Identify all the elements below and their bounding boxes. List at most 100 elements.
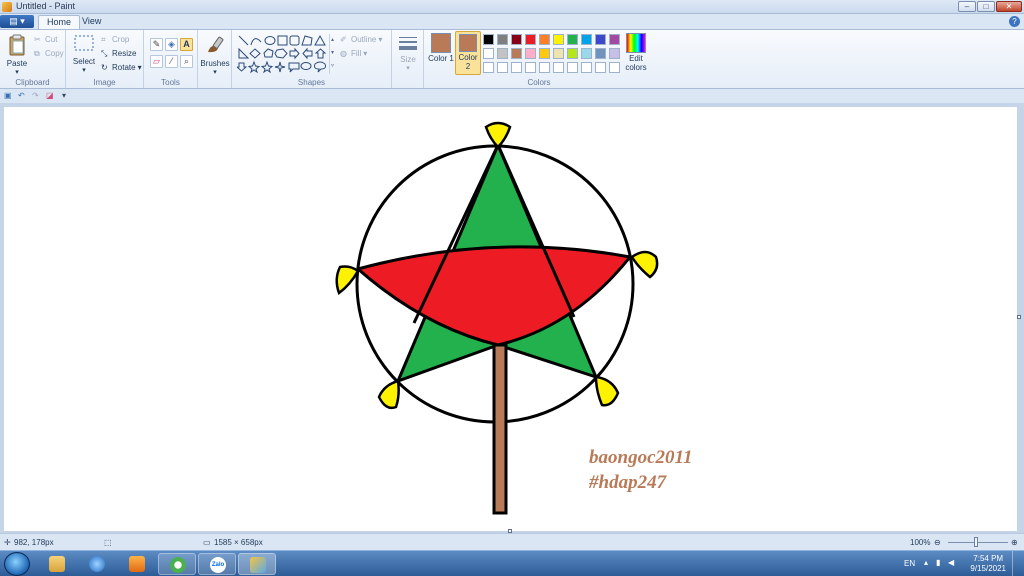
- palette-swatch[interactable]: [595, 34, 606, 45]
- palette-swatch[interactable]: [483, 34, 494, 45]
- palette-custom-slot[interactable]: [483, 62, 494, 73]
- palette-custom-slot[interactable]: [525, 62, 536, 73]
- title-bar: Untitled - Paint – □ ✕: [0, 0, 1024, 14]
- start-button[interactable]: [4, 552, 30, 576]
- palette-swatch[interactable]: [567, 48, 578, 59]
- resize-label: Resize: [112, 49, 137, 58]
- palette-swatch[interactable]: [581, 48, 592, 59]
- magnifier-icon[interactable]: ⌕: [180, 55, 193, 68]
- palette-swatch[interactable]: [497, 34, 508, 45]
- yellow-tip-left: [335, 265, 360, 295]
- colors-group-label: Colors: [527, 78, 551, 87]
- text-tool-icon[interactable]: A: [180, 38, 193, 51]
- rotate-button[interactable]: ↻ Rotate ▾: [101, 63, 142, 72]
- color-picker-icon[interactable]: ⁄: [165, 55, 178, 68]
- volume-icon[interactable]: ◀: [948, 558, 954, 567]
- select-dropdown-icon[interactable]: ▾: [70, 66, 98, 74]
- folder-icon: [49, 556, 65, 572]
- minimize-button[interactable]: –: [958, 1, 976, 12]
- brushes-button[interactable]: Brushes ▾: [200, 34, 230, 76]
- palette-custom-slot[interactable]: [595, 62, 606, 73]
- redo-icon[interactable]: ↷: [32, 91, 42, 101]
- paste-dropdown-icon[interactable]: ▾: [4, 68, 30, 76]
- show-desktop-button[interactable]: [1012, 551, 1024, 576]
- palette-custom-slot[interactable]: [497, 62, 508, 73]
- clock[interactable]: 7:54 PM 9/15/2021: [970, 554, 1006, 574]
- palette-swatch[interactable]: [497, 48, 508, 59]
- copy-button[interactable]: ⧉ Copy: [34, 49, 64, 58]
- network-icon[interactable]: ▮: [936, 558, 940, 567]
- taskbar-explorer[interactable]: [38, 553, 76, 575]
- color2-button[interactable]: Color 2: [455, 31, 481, 75]
- fill-button[interactable]: ◍ Fill ▾: [340, 49, 367, 58]
- select-button[interactable]: Select ▾: [70, 34, 98, 74]
- palette-swatch[interactable]: [511, 48, 522, 59]
- palette-swatch[interactable]: [539, 34, 550, 45]
- resize-button[interactable]: ⤡ Resize: [101, 49, 136, 58]
- customize-qat-icon[interactable]: ▾: [62, 91, 72, 101]
- eraser-icon[interactable]: ▱: [150, 55, 163, 68]
- save-icon[interactable]: ▣: [4, 91, 14, 101]
- brush-icon: [208, 36, 224, 53]
- paste-icon: [9, 34, 25, 56]
- palette-swatch[interactable]: [511, 34, 522, 45]
- undo-icon[interactable]: ↶: [18, 91, 28, 101]
- palette-custom-slot[interactable]: [553, 62, 564, 73]
- paste-label: Paste: [6, 59, 28, 68]
- palette-custom-slot[interactable]: [539, 62, 550, 73]
- edit-colors-button[interactable]: Edit colors: [622, 33, 650, 72]
- language-indicator[interactable]: EN: [904, 559, 915, 568]
- palette-custom-slot[interactable]: [511, 62, 522, 73]
- taskbar-zalo[interactable]: Zalo: [198, 553, 236, 575]
- palette-custom-slot[interactable]: [567, 62, 578, 73]
- crop-icon: ⌗: [101, 35, 106, 44]
- size-button[interactable]: Size ▾: [394, 36, 422, 72]
- zoom-out-button[interactable]: ⊖: [934, 538, 941, 547]
- palette-custom-slot[interactable]: [609, 62, 620, 73]
- drawing-canvas[interactable]: baongoc2011 #hdap247: [4, 107, 1017, 531]
- close-button[interactable]: ✕: [996, 1, 1022, 12]
- paste-button[interactable]: Paste ▾: [4, 34, 30, 76]
- paint-menu-button[interactable]: ▤ ▾: [0, 15, 34, 28]
- zoom-slider-track[interactable]: [948, 542, 1008, 543]
- outline-button[interactable]: ✐ Outline ▾: [340, 35, 382, 44]
- palette-custom-slot[interactable]: [581, 62, 592, 73]
- palette-swatch[interactable]: [525, 34, 536, 45]
- palette-swatch[interactable]: [595, 48, 606, 59]
- drawing: baongoc2011 #hdap247: [335, 121, 692, 515]
- clock-time: 7:54 PM: [973, 554, 1004, 563]
- palette-swatch[interactable]: [539, 48, 550, 59]
- color1-label: Color 1: [428, 54, 454, 63]
- palette-swatch[interactable]: [553, 48, 564, 59]
- color1-button[interactable]: Color 1: [428, 33, 454, 63]
- rotate-dropdown-icon: ▾: [137, 63, 142, 72]
- crop-button[interactable]: ⌗ Crop: [101, 35, 129, 44]
- shapes-scroll[interactable]: ▴ ▾ ▿: [329, 34, 335, 74]
- tab-view[interactable]: View: [74, 15, 109, 29]
- status-bar: ✛ 982, 178px ⬚ ▭ 1585 × 658px 100% ⊖ ⊕: [0, 533, 1024, 550]
- palette-swatch[interactable]: [567, 34, 578, 45]
- pencil-icon[interactable]: ✎: [150, 38, 163, 51]
- taskbar-coccoc[interactable]: [158, 553, 196, 575]
- taskbar-paint[interactable]: [238, 553, 276, 575]
- zoom-slider-thumb[interactable]: [974, 537, 978, 547]
- taskbar-media-player[interactable]: [118, 553, 156, 575]
- taskbar-ie[interactable]: [78, 553, 116, 575]
- palette-swatch[interactable]: [609, 48, 620, 59]
- canvas-resize-right[interactable]: [1017, 315, 1021, 319]
- help-button[interactable]: ?: [1009, 16, 1020, 27]
- palette-swatch[interactable]: [553, 34, 564, 45]
- palette-swatch[interactable]: [581, 34, 592, 45]
- palette-swatch[interactable]: [609, 34, 620, 45]
- palette-swatch[interactable]: [525, 48, 536, 59]
- fill-label: Fill: [351, 49, 362, 58]
- eraser-qat-icon[interactable]: ◪: [46, 91, 56, 101]
- paint-app-icon[interactable]: [2, 2, 12, 12]
- shapes-gallery[interactable]: [237, 34, 335, 74]
- fill-bucket-icon[interactable]: ◈: [165, 38, 178, 51]
- maximize-button[interactable]: □: [977, 1, 995, 12]
- cut-button[interactable]: ✂ Cut: [34, 35, 57, 44]
- tray-arrow-icon[interactable]: ▴: [924, 558, 928, 567]
- palette-swatch[interactable]: [483, 48, 494, 59]
- zoom-in-button[interactable]: ⊕: [1011, 538, 1018, 547]
